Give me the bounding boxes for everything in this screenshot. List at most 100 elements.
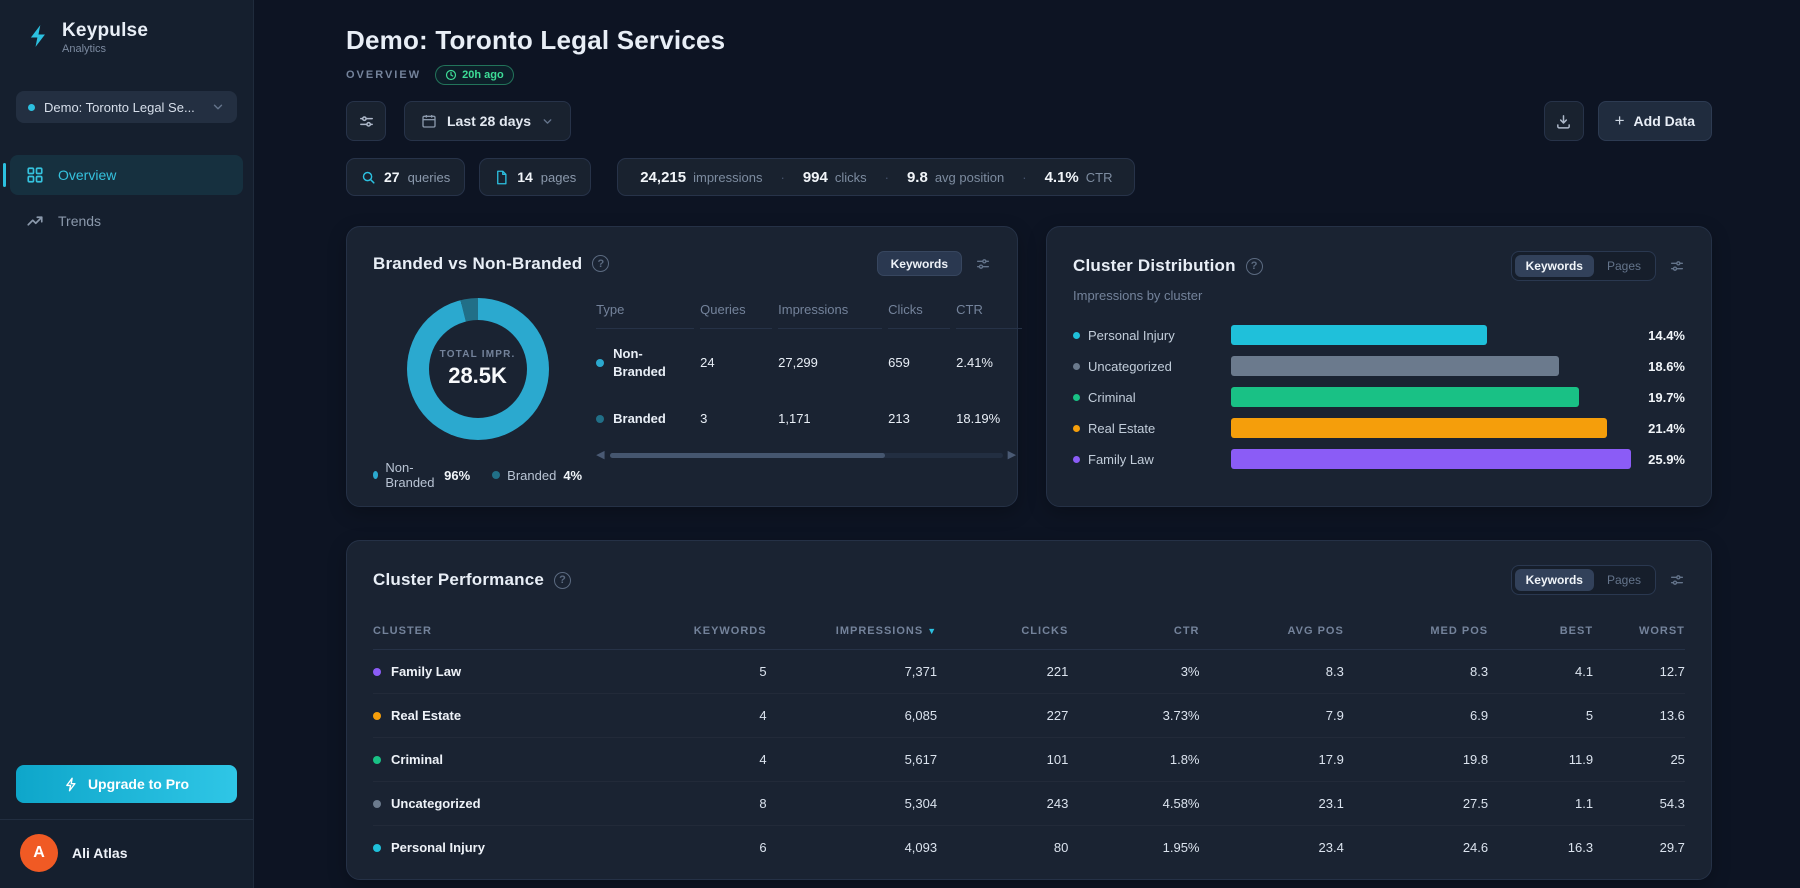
- pages-stat-pill[interactable]: 14 pages: [479, 158, 592, 196]
- keywords-cell: 4: [759, 708, 767, 723]
- worst-cell: 12.7: [1659, 664, 1685, 679]
- metric: 994 clicks: [803, 169, 867, 186]
- col-ctr[interactable]: CTR: [1068, 615, 1199, 649]
- queries-cell: 24: [700, 355, 715, 371]
- type-dot: [596, 414, 605, 423]
- trending-up-icon: [26, 212, 44, 230]
- toggle-keywords[interactable]: Keywords: [1514, 255, 1594, 277]
- brand-subtitle: Analytics: [62, 43, 107, 55]
- sidebar-item-trends[interactable]: Trends: [10, 201, 243, 241]
- upgrade-label: Upgrade to Pro: [87, 776, 190, 792]
- cluster-cell: Criminal: [391, 752, 444, 767]
- col-worst[interactable]: WORST: [1593, 615, 1685, 649]
- main-content: Demo: Toronto Legal Services OVERVIEW 20…: [254, 0, 1800, 888]
- table-row[interactable]: Branded 3 1,171 213 18.19%: [596, 394, 1022, 442]
- worst-cell: 25: [1670, 752, 1685, 767]
- toggle-pages[interactable]: Pages: [1596, 569, 1652, 591]
- clicks-cell: 659: [888, 355, 910, 371]
- clicks-cell: 213: [888, 411, 910, 427]
- clicks-cell: 227: [1046, 708, 1069, 723]
- avg-pos-cell: 23.4: [1318, 840, 1344, 855]
- queries-cell: 3: [700, 411, 708, 427]
- table-row[interactable]: Real Estate 4 6,085 227 3.73% 7.9 6.9 5 …: [373, 694, 1685, 738]
- cluster-label: Uncategorized: [1088, 358, 1172, 374]
- chevron-down-icon: [541, 115, 554, 128]
- updated-badge-label: 20h ago: [462, 69, 504, 81]
- col-best[interactable]: BEST: [1488, 615, 1593, 649]
- cluster-dot: [373, 799, 381, 808]
- sidebar-item-overview[interactable]: Overview: [3, 155, 243, 195]
- legend-pct: 4%: [563, 467, 583, 483]
- add-data-button[interactable]: + Add Data: [1597, 101, 1712, 141]
- metric: 24,215 impressions: [640, 169, 762, 186]
- cluster-performance-card: Cluster Performance ? Keywords Pages CLU…: [346, 540, 1712, 880]
- help-icon[interactable]: ?: [592, 255, 610, 272]
- file-icon: [494, 170, 509, 185]
- card-settings-icon[interactable]: [1669, 258, 1685, 274]
- project-selector[interactable]: Demo: Toronto Legal Se...: [16, 91, 237, 123]
- metric-label: clicks: [834, 169, 867, 185]
- clock-icon: [445, 69, 457, 81]
- col-keywords[interactable]: KEYWORDS: [635, 615, 766, 649]
- clicks-cell: 243: [1046, 796, 1069, 811]
- help-icon[interactable]: ?: [554, 571, 572, 589]
- toggle-pages[interactable]: Pages: [1596, 255, 1652, 277]
- card-settings-icon[interactable]: [975, 256, 991, 272]
- project-selector-label: Demo: Toronto Legal Se...: [44, 99, 195, 115]
- best-cell: 5: [1585, 708, 1594, 723]
- date-range-selector[interactable]: Last 28 days: [404, 101, 572, 141]
- col-clicks[interactable]: CLICKS: [937, 615, 1068, 649]
- avg-pos-cell: 17.9: [1318, 752, 1344, 767]
- branded-body: TOTAL IMPR. 28.5K Non-Branded 96% Brande…: [373, 298, 1023, 490]
- donut-chart: TOTAL IMPR. 28.5K: [406, 298, 549, 440]
- bar-row: Criminal 19.7%: [1073, 387, 1685, 407]
- filter-button[interactable]: [346, 101, 386, 141]
- keywords-pages-toggle: Keywords Pages: [1510, 565, 1656, 595]
- table-row[interactable]: Non-Branded 24 27,299 659 2.41%: [596, 329, 1022, 394]
- type-cell: Branded: [613, 411, 666, 427]
- scroll-right-icon[interactable]: ▶: [1008, 449, 1016, 461]
- help-icon[interactable]: ?: [1245, 257, 1263, 275]
- col-cluster[interactable]: CLUSTER: [373, 615, 635, 649]
- best-cell: 4.1: [1575, 664, 1594, 679]
- keywords-toggle[interactable]: Keywords: [876, 251, 962, 276]
- bar-track: [1231, 449, 1631, 469]
- table-row[interactable]: Personal Injury 6 4,093 80 1.95% 23.4 24…: [373, 826, 1685, 869]
- scroll-left-icon[interactable]: ◀: [596, 449, 604, 461]
- table-row[interactable]: Uncategorized 8 5,304 243 4.58% 23.1 27.…: [373, 782, 1685, 826]
- cluster-dot: [373, 667, 381, 676]
- queries-stat-pill[interactable]: 27 queries: [346, 158, 466, 196]
- worst-cell: 54.3: [1659, 796, 1685, 811]
- download-button[interactable]: [1543, 101, 1584, 141]
- cluster-dot: [1073, 455, 1080, 463]
- branded-table-header: Type Queries Impressions Clicks CTR: [596, 302, 1023, 329]
- bar-value: 18.6%: [1648, 358, 1685, 374]
- user-name: Ali Atlas: [72, 845, 128, 861]
- card-subtitle: Impressions by cluster: [1073, 288, 1203, 303]
- horizontal-scrollbar[interactable]: ◀ ▶: [596, 449, 1022, 461]
- table-row[interactable]: Criminal 4 5,617 101 1.8% 17.9 19.8 11.9…: [373, 738, 1685, 782]
- ctr-cell: 4.58%: [1162, 796, 1200, 811]
- table-row[interactable]: Family Law 5 7,371 221 3% 8.3 8.3 4.1 12…: [373, 650, 1685, 694]
- legend-dot: [373, 471, 379, 479]
- bar: [1231, 325, 1487, 345]
- col-avg-pos[interactable]: AVG POS: [1200, 615, 1344, 649]
- card-settings-icon[interactable]: [1669, 572, 1685, 588]
- col-impressions[interactable]: IMPRESSIONS ▼: [767, 615, 938, 649]
- stats-row: 27 queries 14 pages 24,215 impressions ·…: [346, 158, 1712, 196]
- clicks-cell: 80: [1053, 840, 1069, 855]
- upgrade-to-pro-button[interactable]: Upgrade to Pro: [16, 765, 237, 803]
- med-pos-cell: 8.3: [1470, 664, 1489, 679]
- scrollbar-track[interactable]: [609, 452, 1003, 458]
- scrollbar-thumb[interactable]: [609, 452, 885, 458]
- controls-right: + Add Data: [1543, 101, 1712, 141]
- impressions-cell: 7,371: [904, 664, 938, 679]
- col-med-pos[interactable]: MED POS: [1344, 615, 1488, 649]
- user-menu[interactable]: A Ali Atlas: [0, 819, 253, 888]
- med-pos-cell: 24.6: [1462, 840, 1489, 855]
- med-pos-cell: 6.9: [1470, 708, 1489, 723]
- toggle-keywords[interactable]: Keywords: [1514, 569, 1594, 591]
- cluster-dot: [373, 711, 381, 720]
- legend-pct: 96%: [444, 467, 471, 483]
